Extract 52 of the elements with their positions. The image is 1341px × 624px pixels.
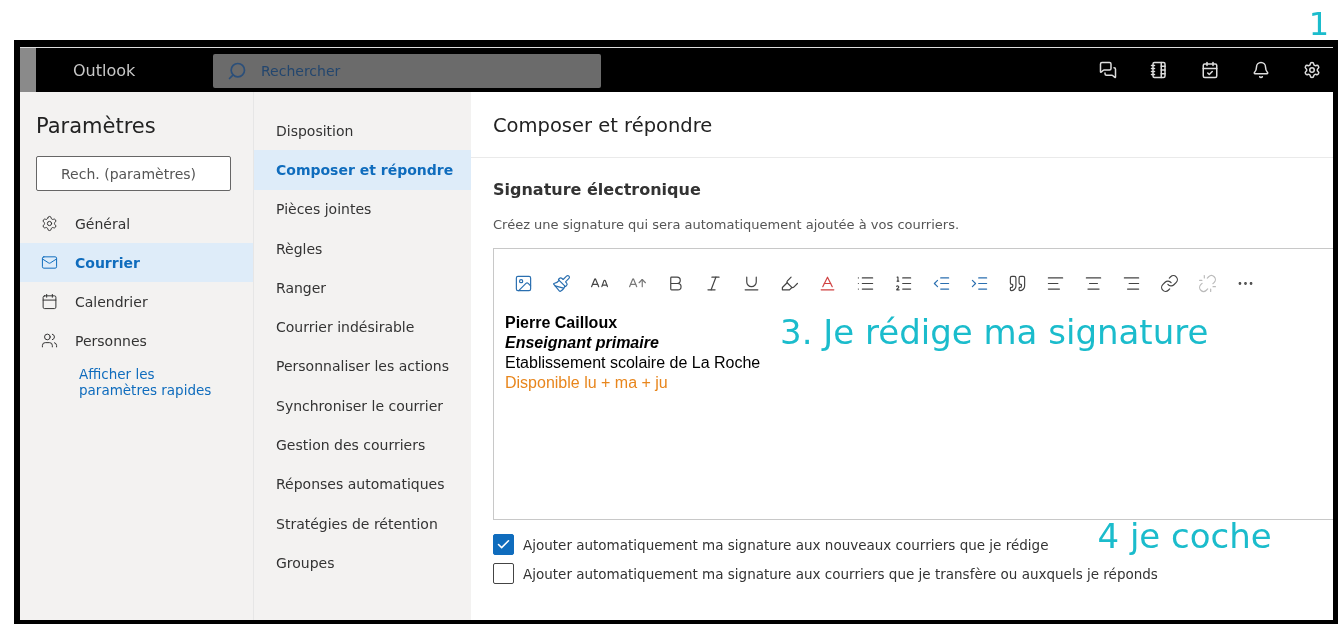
mail-menu-item[interactable]: Pièces jointes <box>254 189 471 229</box>
search-field[interactable]: Rechercher <box>213 53 601 88</box>
checkbox[interactable] <box>493 534 514 555</box>
mail-menu-item[interactable]: Personnaliser les actions <box>254 346 471 387</box>
settings-nav-item[interactable]: Personnes <box>20 321 253 360</box>
signature-line: Disponible lu + ma + ju <box>505 373 669 393</box>
mail-menu-item[interactable]: Réponses automatiques <box>254 464 471 504</box>
gear-icon <box>41 215 58 232</box>
image-icon[interactable] <box>514 273 533 293</box>
app-name: Outlook <box>73 60 137 80</box>
settings-nav-item[interactable]: Courrier <box>20 243 253 282</box>
search-icon <box>227 60 247 81</box>
signature-line: Pierre Cailloux <box>505 313 619 333</box>
chat-icon[interactable] <box>1099 61 1117 79</box>
signature-editor[interactable]: Pierre Cailloux Enseignant primaire Etablissement scolaire de La Roche Disponible lu + ma + ju 3. Je rédige ma signature <box>493 248 1333 520</box>
mail-menu-item[interactable]: Ranger <box>254 268 471 308</box>
section-description: Créez une signature qui sera automatiquement ajoutée à vos courriers. <box>493 217 961 232</box>
calendar-check-icon[interactable] <box>1201 61 1219 79</box>
settings-search-field[interactable]: Rech. (paramètres) <box>36 156 231 191</box>
calendar-icon <box>41 293 58 310</box>
notebook-icon[interactable] <box>1150 61 1168 79</box>
mail-menu-item[interactable]: Groupes <box>254 543 471 583</box>
step-annotation: 4 je coche <box>1097 518 1272 553</box>
people-icon <box>41 332 58 349</box>
settings-nav-item[interactable]: Général <box>20 204 253 243</box>
settings-icon[interactable] <box>1303 61 1321 79</box>
checkbox-label: Ajouter automatiquement ma signature aux courriers que je transfère ou auxquels je réponds <box>523 565 1158 582</box>
quick-settings-link[interactable]: Afficher les paramètres rapides <box>79 366 219 398</box>
mail-menu-item[interactable]: Règles <box>254 228 471 269</box>
signature-line: Etablissement scolaire de La Roche <box>505 353 762 373</box>
search-input[interactable]: Rechercher <box>259 61 601 80</box>
paintbrush-icon[interactable] <box>552 273 571 293</box>
signature-line: Enseignant primaire <box>505 333 660 353</box>
quote-icon[interactable] <box>1008 273 1027 293</box>
checkbox[interactable] <box>493 563 514 584</box>
mail-menu-item[interactable]: Gestion des courriers <box>254 425 471 465</box>
section-title: Signature électronique <box>493 180 702 199</box>
notifications-icon[interactable] <box>1252 61 1270 79</box>
mail-menu-item[interactable]: Disposition <box>254 111 471 151</box>
font-color-icon[interactable] <box>818 273 837 293</box>
step-number: 1 <box>1308 8 1329 40</box>
settings-nav-item[interactable]: Calendrier <box>20 282 253 321</box>
page-title: Composer et répondre <box>471 92 1333 158</box>
mail-menu-item[interactable]: Synchroniser le courrier <box>254 386 471 426</box>
link-icon[interactable] <box>1160 273 1179 293</box>
checkbox-label: Ajouter automatiquement ma signature aux nouveaux courriers que je rédige <box>523 536 1049 553</box>
mail-menu-item[interactable]: Courrier indésirable <box>254 307 471 347</box>
mail-menu-item[interactable]: Composer et répondre <box>254 150 471 190</box>
settings-title: Paramètres <box>36 114 157 138</box>
mail-menu-item[interactable]: Stratégies de rétention <box>254 503 471 544</box>
step-annotation: 3. Je rédige ma signature <box>780 315 1209 354</box>
mail-icon <box>41 254 58 271</box>
